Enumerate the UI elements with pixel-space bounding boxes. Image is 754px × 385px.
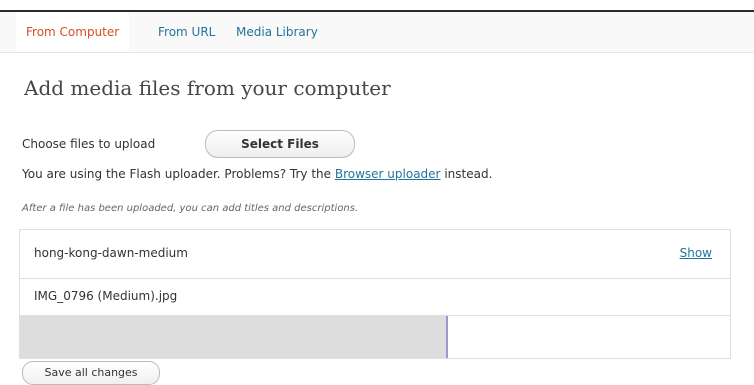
page-title: Add media files from your computer [24,76,391,100]
upload-progress-fill [20,316,448,358]
media-item-filename-row: IMG_0796 (Medium).jpg [20,279,730,316]
show-link[interactable]: Show [680,246,712,260]
media-item-title: hong-kong-dawn-medium [34,246,188,260]
tab-from-computer[interactable]: From Computer [16,12,130,52]
browser-uploader-link[interactable]: Browser uploader [335,167,441,181]
upload-progress-bar [20,316,730,358]
original-filename: IMG_0796 (Medium).jpg [34,289,178,303]
upload-note: After a file has been uploaded, you can … [22,203,359,214]
choose-files-label: Choose files to upload [22,137,156,151]
media-item-panel: hong-kong-dawn-medium Show IMG_0796 (Med… [19,229,731,359]
media-tabs: From Computer From URL Media Library [0,12,754,53]
flash-text-after: instead. [440,167,493,181]
media-item-header: hong-kong-dawn-medium Show [20,230,730,279]
flash-text-before: You are using the Flash uploader. Proble… [22,167,335,181]
tab-media-library[interactable]: Media Library [236,12,318,52]
select-files-button[interactable]: Select Files [205,130,355,158]
tab-from-url[interactable]: From URL [158,12,215,52]
save-all-changes-button[interactable]: Save all changes [22,361,160,385]
flash-uploader-notice: You are using the Flash uploader. Proble… [22,167,492,181]
